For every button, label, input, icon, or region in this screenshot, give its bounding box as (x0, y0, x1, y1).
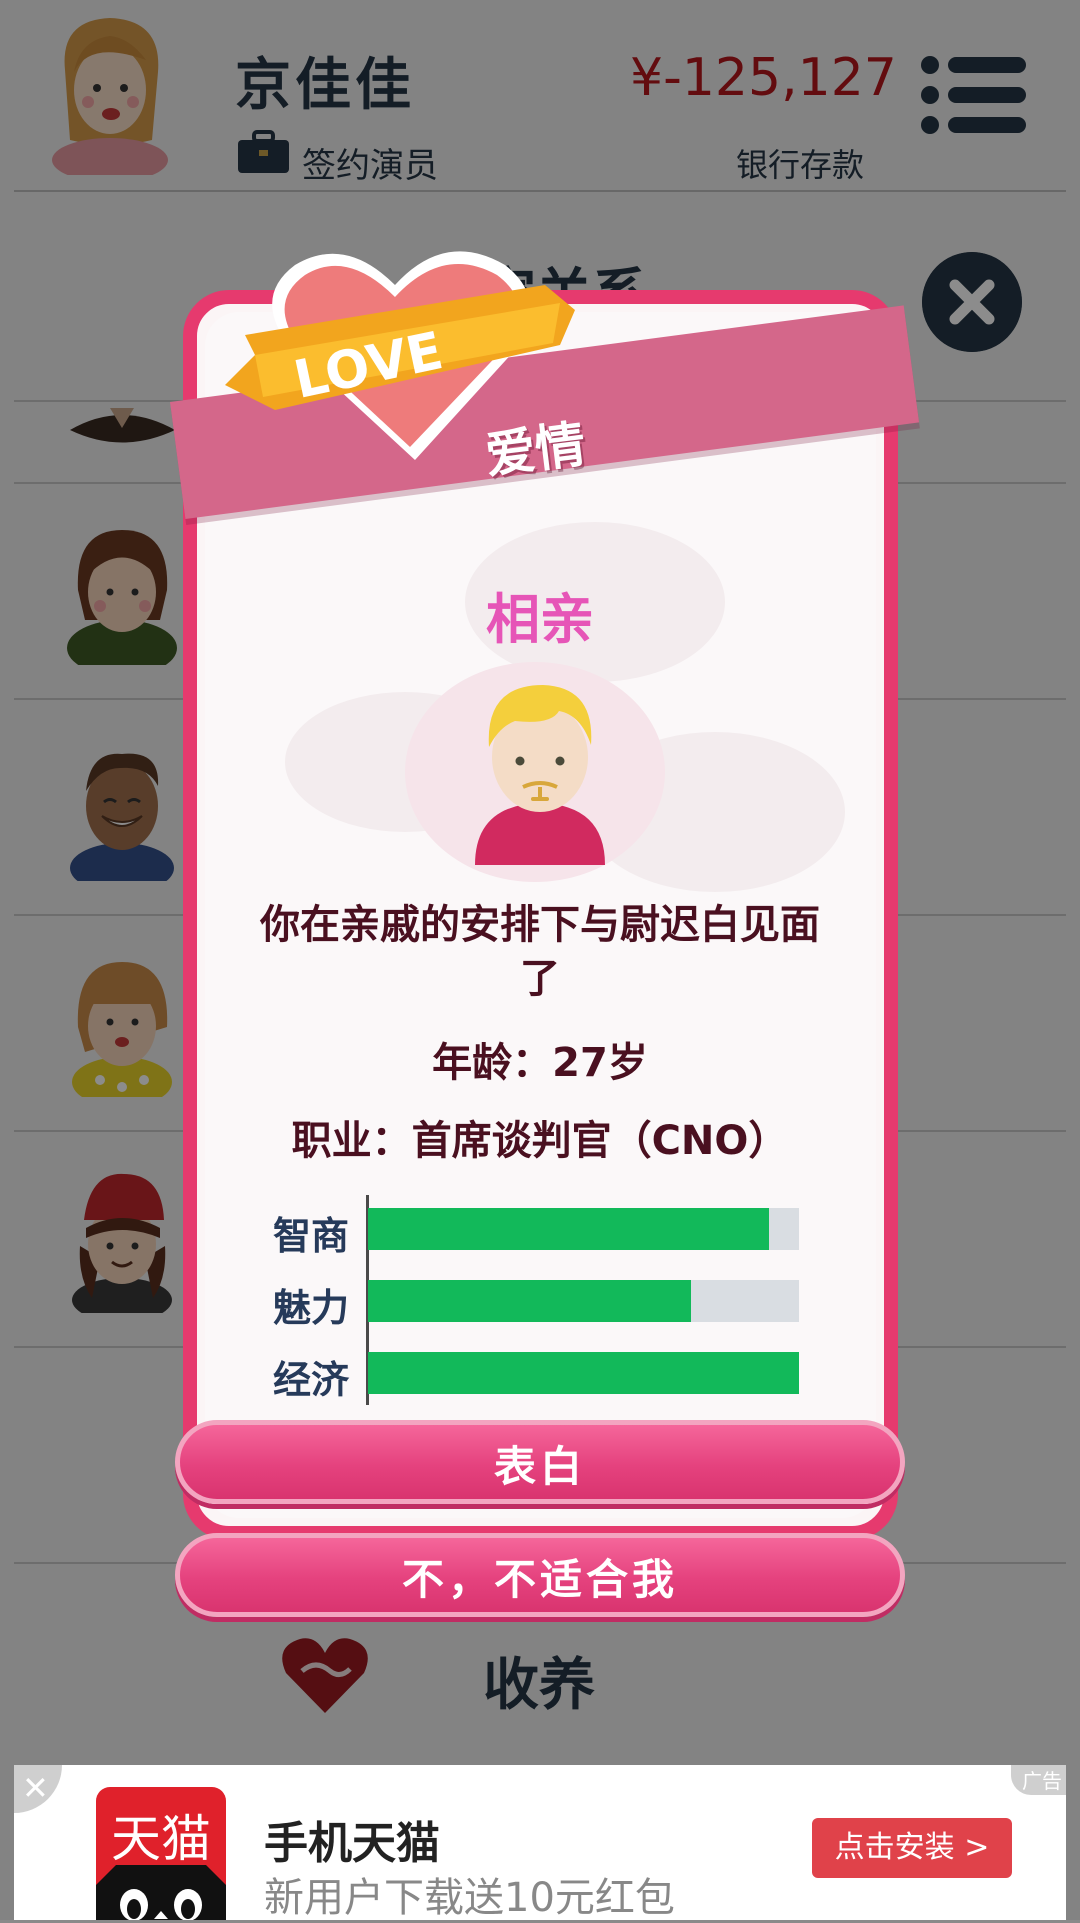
stat-bar-economy (368, 1352, 799, 1394)
confess-button[interactable]: 表白 (175, 1420, 905, 1504)
confess-button-label: 表白 (493, 1442, 586, 1491)
stat-label-intelligence: 智商 (273, 1214, 350, 1258)
event-title: 相亲 (486, 588, 594, 651)
stat-label-charm: 魅力 (273, 1286, 350, 1330)
event-description: 你在亲戚的安排下与尉迟白见面了 (260, 902, 820, 1002)
ad-install-button[interactable]: 点击安装 > (812, 1818, 1012, 1878)
decline-button-label: 不，不适合我 (401, 1555, 678, 1604)
stat-fill-economy (368, 1352, 799, 1394)
ad-banner[interactable]: ✕ 广告 天猫 手机天猫 新用户下载送10元红包 点击安装 > (14, 1765, 1066, 1921)
stat-bar-intelligence (368, 1208, 799, 1250)
stat-fill-charm (368, 1280, 692, 1322)
tmall-logo: 天猫 (96, 1787, 226, 1920)
stat-label-economy: 经济 (273, 1358, 350, 1402)
ad-close-glyph: ✕ (22, 1769, 49, 1807)
stat-bar-charm (368, 1280, 799, 1322)
ad-tag: 广告 (1011, 1765, 1066, 1795)
tmall-cat-icon (96, 1865, 226, 1920)
tmall-logo-text: 天猫 (111, 1810, 211, 1868)
ad-title: 手机天猫 (264, 1818, 440, 1869)
partner-occupation: 职业：首席谈判官（CNO） (291, 1118, 789, 1164)
ad-close-icon[interactable]: ✕ (14, 1765, 62, 1813)
stat-fill-intelligence (368, 1208, 769, 1250)
dialog-title: 爱情 (482, 415, 589, 485)
partner-age: 年龄：27岁 (432, 1040, 648, 1086)
decline-button[interactable]: 不，不适合我 (175, 1533, 905, 1617)
date-partner-avatar (475, 685, 605, 865)
ad-subtitle: 新用户下载送10元红包 (264, 1875, 675, 1921)
